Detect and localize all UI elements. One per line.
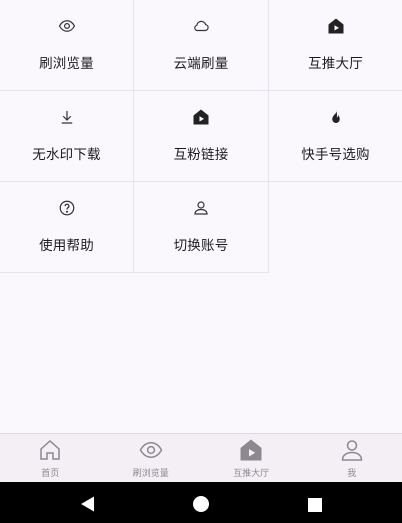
grid-item-switch-account[interactable]: 切换账号: [134, 182, 269, 273]
fire-icon: [327, 108, 345, 126]
grid-item-label: 快手号选购: [301, 147, 370, 163]
nav-item-label: 刷浏览量: [132, 469, 169, 479]
bottom-navigation: 首页 刷浏览量 互推大厅 我: [0, 433, 402, 482]
recents-icon[interactable]: [284, 482, 344, 523]
nav-item-view-boost[interactable]: 刷浏览量: [101, 434, 202, 482]
nav-item-label: 首页: [41, 469, 60, 479]
download-icon: [58, 108, 76, 126]
grid-item-label: 互粉链接: [173, 147, 229, 163]
store-icon: [327, 17, 345, 35]
eye-icon: [58, 17, 76, 35]
grid-item-promo-hall[interactable]: 互推大厅: [269, 0, 402, 91]
grid-item-label: 切换账号: [173, 238, 229, 254]
user-icon: [192, 199, 210, 217]
grid-empty-cell: [269, 182, 402, 273]
grid-item-label: 无水印下载: [32, 147, 101, 163]
nav-item-me[interactable]: 我: [302, 434, 402, 482]
eye-icon: [139, 438, 163, 462]
home-circle-icon[interactable]: [171, 482, 231, 523]
grid-item-label: 互推大厅: [308, 56, 363, 72]
home-icon: [38, 438, 62, 462]
nav-item-label: 互推大厅: [233, 469, 270, 479]
app-screen: 刷浏览量 云端刷量 互推大厅 无水印下载 互粉链接 快手号选购 使用帮助 切换账…: [0, 0, 402, 523]
grid-item-help[interactable]: 使用帮助: [0, 182, 134, 273]
store-icon: [239, 438, 263, 462]
grid-item-no-watermark-download[interactable]: 无水印下载: [0, 91, 134, 182]
back-icon[interactable]: [58, 482, 118, 523]
grid-item-cloud-boost[interactable]: 云端刷量: [134, 0, 269, 91]
user-icon: [340, 438, 364, 462]
nav-item-label: 我: [347, 469, 357, 479]
grid-item-label: 使用帮助: [39, 238, 94, 254]
nav-item-promo-hall[interactable]: 互推大厅: [201, 434, 302, 482]
help-icon: [58, 199, 76, 217]
grid-item-follow-link[interactable]: 互粉链接: [134, 91, 269, 182]
grid-item-label: 刷浏览量: [39, 56, 94, 72]
nav-item-home[interactable]: 首页: [0, 434, 101, 482]
grid-item-view-boost[interactable]: 刷浏览量: [0, 0, 134, 91]
cloud-icon: [192, 17, 210, 35]
grid-item-account-purchase[interactable]: 快手号选购: [269, 91, 402, 182]
grid-item-label: 云端刷量: [173, 56, 229, 72]
feature-grid: 刷浏览量 云端刷量 互推大厅 无水印下载 互粉链接 快手号选购 使用帮助 切换账…: [0, 0, 402, 273]
android-system-bar: [0, 482, 402, 523]
store-icon: [192, 108, 210, 126]
